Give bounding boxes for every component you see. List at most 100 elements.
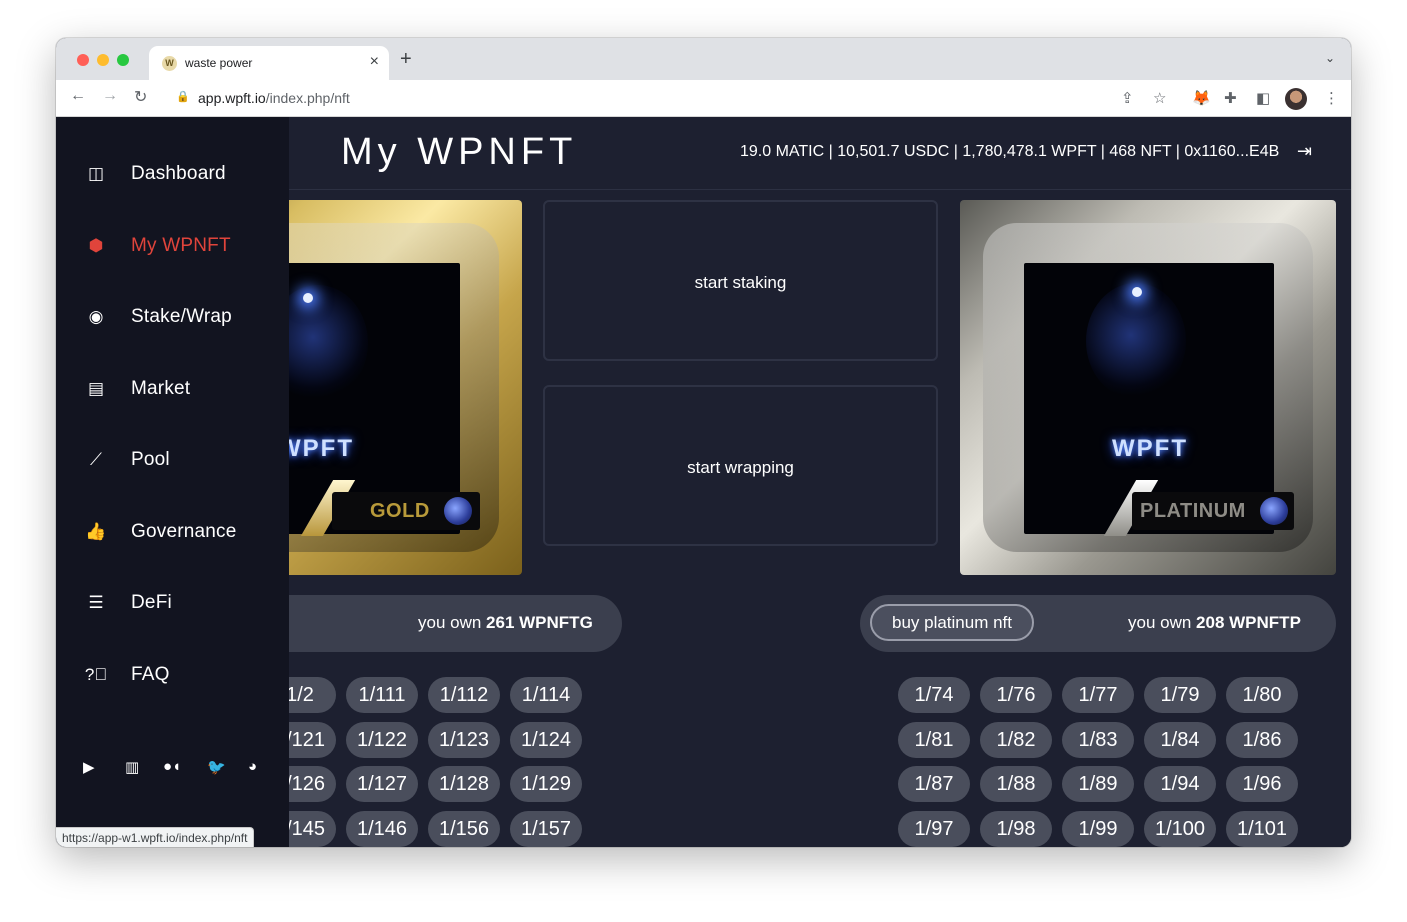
glow-dot xyxy=(303,293,313,303)
twitter-icon[interactable]: 🐦 xyxy=(207,758,226,776)
browser-tab[interactable]: W waste power × xyxy=(149,46,389,80)
token-pill[interactable]: 1/123 xyxy=(428,721,500,758)
token-pill[interactable]: 1/96 xyxy=(1226,766,1298,802)
token-pill[interactable]: 1/145 xyxy=(289,810,336,847)
badge-globe-icon xyxy=(444,497,472,525)
more-menu-icon[interactable]: ⋮ xyxy=(1324,89,1339,107)
address-bar[interactable]: 🔒 app.wpft.io/index.php/nft xyxy=(166,84,1066,112)
token-pill[interactable]: 1/86 xyxy=(1226,721,1298,758)
url-text: app.wpft.io/index.php/nft xyxy=(198,90,350,106)
token-pill[interactable]: 1/99 xyxy=(1062,810,1134,847)
tab-close-icon[interactable]: × xyxy=(370,53,379,71)
sidebar-item-label: DeFi xyxy=(131,592,172,613)
logout-icon[interactable]: ⇥ xyxy=(1297,141,1312,162)
profile-avatar[interactable] xyxy=(1285,88,1307,110)
token-pill[interactable]: 1/146 xyxy=(346,810,418,847)
store-icon: ▤ xyxy=(87,379,105,398)
wallet-balances: 19.0 MATIC | 10,501.7 USDC | 1,780,478.1… xyxy=(740,143,1280,160)
token-pill[interactable]: 1/114 xyxy=(510,677,582,713)
gold-badge: GOLD xyxy=(332,492,480,530)
token-pill[interactable]: 1/97 xyxy=(898,810,970,847)
token-pill[interactable]: 1/112 xyxy=(428,677,500,713)
youtube-icon[interactable]: ▶ xyxy=(83,758,95,776)
metamask-extension-icon[interactable]: 🦊 xyxy=(1192,89,1211,107)
token-pill[interactable]: 1/128 xyxy=(428,766,500,802)
token-pill[interactable]: 1/98 xyxy=(980,810,1052,847)
reload-icon[interactable]: ↻ xyxy=(134,87,147,107)
token-pill[interactable]: 1/122 xyxy=(346,721,418,758)
gold-badge-text: GOLD xyxy=(370,500,430,522)
buy-platinum-nft-button[interactable]: buy platinum nft xyxy=(870,604,1034,641)
tab-search-chevron-icon[interactable]: ⌄ xyxy=(1325,51,1335,65)
sidebar-item-label: Pool xyxy=(131,449,170,470)
web-page: ◫ Dashboard ⬢ My WPNFT ◉ Stake/Wrap ▤ Ma… xyxy=(56,117,1351,847)
wpft-logo-text: WPFT xyxy=(289,435,354,462)
badge-globe-icon xyxy=(1260,497,1288,525)
start-staking-button[interactable]: start staking xyxy=(543,200,938,361)
token-pill[interactable]: 1/76 xyxy=(980,677,1052,713)
close-window-button[interactable] xyxy=(77,54,89,66)
platinum-ownership-bar: buy platinum nft you own 208 WPNFTP xyxy=(860,595,1336,652)
token-pill[interactable]: 1/129 xyxy=(510,766,582,802)
status-bar-url: https://app-w1.wpft.io/index.php/nft xyxy=(56,827,255,847)
token-pill[interactable]: 1/126 xyxy=(289,766,336,802)
token-pill[interactable]: 1/88 xyxy=(980,766,1052,802)
token-pill[interactable]: 1/157 xyxy=(510,810,582,847)
sidebar-item-label: FAQ xyxy=(131,664,170,685)
page-title: My WPNFT xyxy=(341,131,578,173)
new-tab-icon[interactable]: + xyxy=(400,48,412,71)
discord-icon[interactable]: ◕ xyxy=(248,758,257,775)
extensions-puzzle-icon[interactable]: ✚ xyxy=(1224,89,1237,107)
token-pill[interactable]: 1/2 xyxy=(289,677,336,713)
token-pill[interactable]: 1/79 xyxy=(1144,677,1216,713)
globe-artwork xyxy=(289,285,368,401)
glow-dot xyxy=(1132,287,1142,297)
bookmark-star-icon[interactable]: ☆ xyxy=(1153,89,1166,107)
maximize-window-button[interactable] xyxy=(117,54,129,66)
token-pill[interactable]: 1/82 xyxy=(980,721,1052,758)
token-pill[interactable]: 1/84 xyxy=(1144,721,1216,758)
sidebar-item-label: Dashboard xyxy=(131,163,226,184)
main-content: My WPNFT 19.0 MATIC | 10,501.7 USDC | 1,… xyxy=(289,117,1351,847)
header-divider xyxy=(289,189,1351,190)
gold-nft-card: WPFT GOLD xyxy=(289,200,522,575)
question-circle-icon: ?⃝ xyxy=(84,665,108,684)
back-arrow-icon[interactable]: ← xyxy=(70,87,86,105)
forward-arrow-icon[interactable]: → xyxy=(102,87,118,105)
sidebar-item-label: Governance xyxy=(131,521,237,542)
platinum-nft-card: WPFT PLATINUM xyxy=(960,200,1336,575)
token-pill[interactable]: 1/81 xyxy=(898,721,970,758)
wpft-logo-text: WPFT xyxy=(1112,435,1188,462)
sidebar-item-label: Market xyxy=(131,378,191,399)
favicon-icon: W xyxy=(162,56,177,71)
lock-icon: 🔒 xyxy=(176,91,190,103)
token-pill[interactable]: 1/87 xyxy=(898,766,970,802)
token-pill[interactable]: 1/74 xyxy=(898,677,970,713)
token-pill[interactable]: 1/111 xyxy=(346,677,418,713)
thumbs-up-icon: 👍 xyxy=(85,522,107,541)
side-panel-icon[interactable]: ◧ xyxy=(1256,89,1270,107)
token-pill[interactable]: 1/89 xyxy=(1062,766,1134,802)
medium-icon[interactable]: ●◖ xyxy=(163,758,181,775)
sidebar: ◫ Dashboard ⬢ My WPNFT ◉ Stake/Wrap ▤ Ma… xyxy=(56,117,289,847)
book-icon[interactable]: ▥ xyxy=(125,758,139,776)
tab-title: waste power xyxy=(185,56,253,70)
token-pill[interactable]: 1/156 xyxy=(428,810,500,847)
token-pill[interactable]: 1/94 xyxy=(1144,766,1216,802)
share-icon[interactable]: ⇪ xyxy=(1121,89,1134,107)
token-pill[interactable]: 1/83 xyxy=(1062,721,1134,758)
platinum-own-text: you own 208 WPNFTP xyxy=(1128,613,1301,632)
token-pill[interactable]: 1/77 xyxy=(1062,677,1134,713)
minimize-window-button[interactable] xyxy=(97,54,109,66)
start-wrapping-button[interactable]: start wrapping xyxy=(543,385,938,546)
token-pill[interactable]: 1/127 xyxy=(346,766,418,802)
token-pill[interactable]: 1/101 xyxy=(1226,810,1298,847)
token-pill[interactable]: 1/80 xyxy=(1226,677,1298,713)
token-pill[interactable]: 1/121 xyxy=(289,721,336,758)
token-pill[interactable]: 1/100 xyxy=(1144,810,1216,847)
browser-window: W waste power × + ⌄ ← → ↻ 🔒 app.wpft.io/… xyxy=(56,38,1351,847)
token-pill[interactable]: 1/124 xyxy=(510,721,582,758)
globe-artwork xyxy=(1086,283,1186,399)
sidebar-item-label: My WPNFT xyxy=(131,235,231,256)
browser-toolbar: ← → ↻ 🔒 app.wpft.io/index.php/nft ⇪ ☆ 🦊 … xyxy=(56,80,1351,117)
